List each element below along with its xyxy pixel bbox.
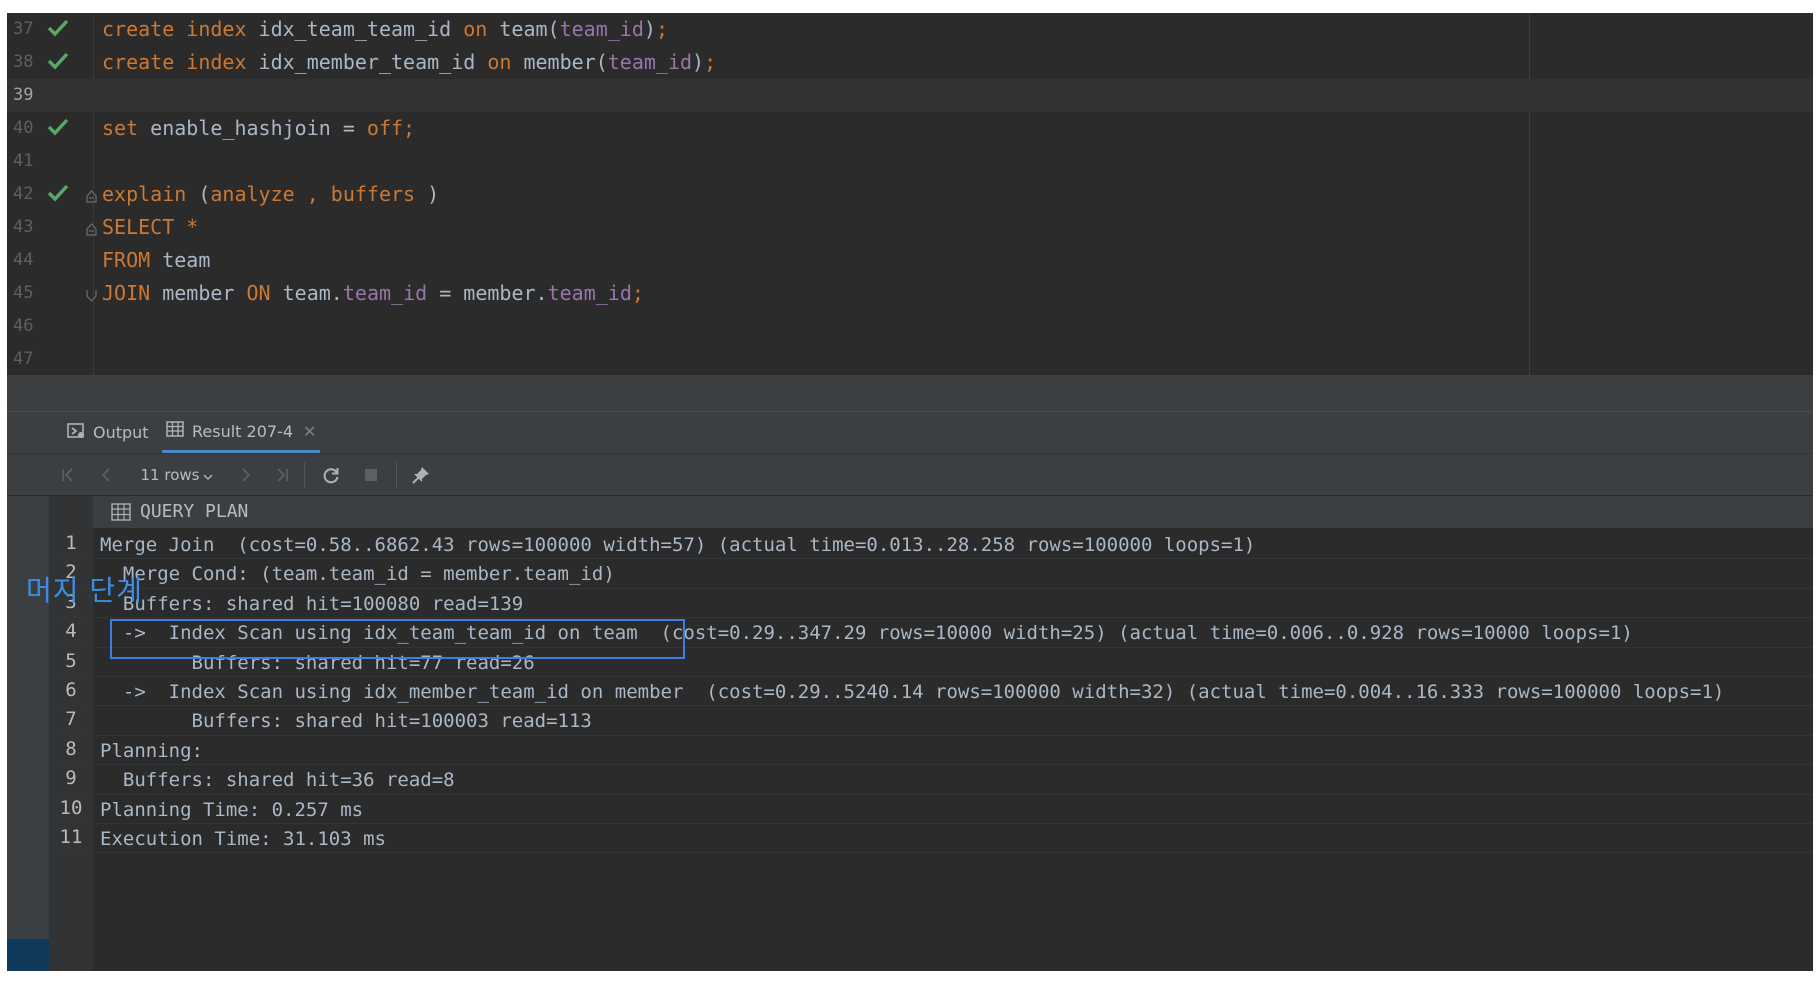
tab-output-label: Output [93, 423, 149, 442]
query-plan-cell[interactable]: Merge Join (cost=0.58..6862.43 rows=1000… [100, 534, 1255, 556]
code-line[interactable]: 39 [7, 79, 1813, 112]
execution-success-check-icon [47, 182, 71, 206]
tab-result-label: Result 207-4 [192, 421, 294, 441]
merge-step-annotation: 머지 단계 [26, 574, 143, 607]
table-icon [166, 421, 184, 441]
row-number: 6 [65, 679, 77, 701]
code-line[interactable]: 46 [7, 310, 1813, 343]
line-number: 47 [13, 349, 34, 369]
grid-left-strip-accent [7, 939, 49, 971]
query-plan-grid: QUERY PLAN 1 Merge Join (cost=0.58..6862.… [7, 496, 1813, 971]
rows-count-label: 11 rows [140, 466, 200, 484]
output-icon [67, 422, 85, 443]
execution-success-check-icon [47, 116, 71, 140]
code-line[interactable]: 38 create index idx_member_team_id on mem… [7, 46, 1813, 79]
close-icon[interactable]: ✕ [303, 422, 316, 441]
row-number: 9 [65, 767, 77, 790]
line-number: 41 [13, 151, 34, 171]
code-text: create index idx_team_team_id on team(te… [102, 17, 668, 41]
table-row[interactable]: 8 Planning: [49, 735, 1813, 766]
line-number: 40 [13, 118, 34, 138]
execution-success-check-icon [47, 17, 71, 41]
column-header-query-plan[interactable]: QUERY PLAN [93, 496, 1813, 529]
row-number: 8 [65, 737, 77, 760]
line-number: 44 [13, 250, 34, 270]
table-row[interactable]: 2 Merge Cond: (team.team_id = member.tea… [49, 558, 1813, 589]
results-toolbar: 11 rows C [7, 454, 1813, 921]
pin-icon[interactable] [408, 462, 434, 488]
line-number: 38 [13, 52, 34, 72]
next-page-icon[interactable] [235, 462, 257, 488]
code-text: set enable_hashjoin = off; [102, 116, 416, 140]
execution-success-check-icon [47, 50, 71, 74]
line-number: 37 [13, 19, 34, 39]
merge-cond-highlight-box [110, 619, 685, 659]
table-row[interactable]: 1 Merge Join (cost=0.58..6862.43 rows=100… [49, 529, 1813, 560]
first-page-icon[interactable] [57, 462, 79, 488]
code-line[interactable]: 40 set enable_hashjoin = off; [7, 112, 1813, 145]
query-plan-cell[interactable]: Execution Time: 31.103 ms [100, 828, 386, 850]
table-row[interactable]: 6 -> Index Scan using idx_member_team_id… [49, 676, 1813, 707]
table-row[interactable]: 11 Execution Time: 31.103 ms [49, 823, 1813, 854]
row-number: 4 [65, 620, 77, 643]
row-number: 1 [65, 532, 77, 554]
code-line[interactable]: 37 create index idx_team_team_id on team(… [7, 13, 1813, 46]
query-plan-cell[interactable]: Merge Cond: (team.team_id = member.team_… [100, 563, 615, 585]
code-line[interactable]: 43 SELECT * [7, 211, 1813, 244]
panel-splitter[interactable] [7, 375, 1813, 411]
stop-icon[interactable] [360, 462, 382, 488]
fold-start-icon[interactable] [86, 188, 97, 203]
code-text: SELECT * [102, 215, 199, 239]
grid-left-strip [7, 496, 49, 971]
code-line[interactable]: 41 [7, 145, 1813, 178]
toolbar-separator [396, 462, 397, 488]
code-line[interactable]: 45 JOIN member ON team.team_id = member.t… [7, 277, 1813, 310]
line-number: 42 [13, 184, 34, 204]
table-row[interactable]: 3 Buffers: shared hit=100080 read=139 [49, 588, 1813, 619]
code-text: explain (analyze , buffers ) [102, 182, 440, 206]
column-type-icon [111, 503, 131, 525]
results-tab-bar: Output Result 207-4 ✕ [7, 412, 1813, 454]
table-row[interactable]: 7 Buffers: shared hit=100003 read=113 [49, 705, 1813, 736]
code-text: create index idx_member_team_id on membe… [102, 50, 717, 74]
fold-start-icon[interactable] [86, 221, 97, 236]
line-number: 45 [13, 283, 34, 303]
previous-page-icon[interactable] [95, 462, 117, 488]
code-line[interactable]: 47 [7, 343, 1813, 376]
code-text: JOIN member ON team.team_id = member.tea… [102, 281, 644, 305]
query-plan-cell[interactable]: Planning Time: 0.257 ms [100, 799, 363, 821]
code-line[interactable]: 44 FROM team [7, 244, 1813, 277]
line-number: 46 [13, 316, 34, 336]
query-plan-cell[interactable]: -> Index Scan using idx_member_team_id o… [100, 681, 1724, 703]
fold-end-icon[interactable] [86, 287, 97, 302]
table-row[interactable]: 9 Buffers: shared hit=36 read=8 [49, 764, 1813, 795]
line-number: 39 [13, 85, 34, 105]
tab-result[interactable]: Result 207-4 ✕ [162, 412, 321, 453]
table-row[interactable]: 10 Planning Time: 0.257 ms [49, 794, 1813, 824]
line-number: 43 [13, 217, 34, 237]
code-line[interactable]: 42 explain (analyze , buffers ) [7, 178, 1813, 211]
sql-editor[interactable]: 37 create index idx_team_team_id on team(… [7, 13, 1813, 375]
database-ide-window: 37 create index idx_team_team_id on team(… [7, 13, 1813, 971]
chevron-down-icon [203, 465, 213, 486]
tab-output[interactable]: Output [67, 412, 149, 453]
row-number: 11 [59, 826, 83, 848]
query-plan-cell[interactable]: Buffers: shared hit=100003 read=113 [100, 710, 592, 732]
query-plan-cell[interactable]: Buffers: shared hit=36 read=8 [100, 769, 455, 791]
query-plan-cell[interactable]: Planning: [100, 740, 203, 762]
column-header-label: QUERY PLAN [140, 501, 249, 522]
code-text: FROM team [102, 248, 211, 272]
rows-per-page-dropdown[interactable]: 11 rows [137, 462, 217, 488]
last-page-icon[interactable] [271, 462, 293, 488]
row-number: 5 [65, 649, 77, 672]
row-number: 7 [65, 708, 77, 731]
row-number: 10 [59, 796, 83, 819]
toolbar-separator [304, 462, 305, 488]
query-plan-cell[interactable]: Buffers: shared hit=100080 read=139 [100, 593, 523, 615]
refresh-icon[interactable] [318, 462, 344, 488]
